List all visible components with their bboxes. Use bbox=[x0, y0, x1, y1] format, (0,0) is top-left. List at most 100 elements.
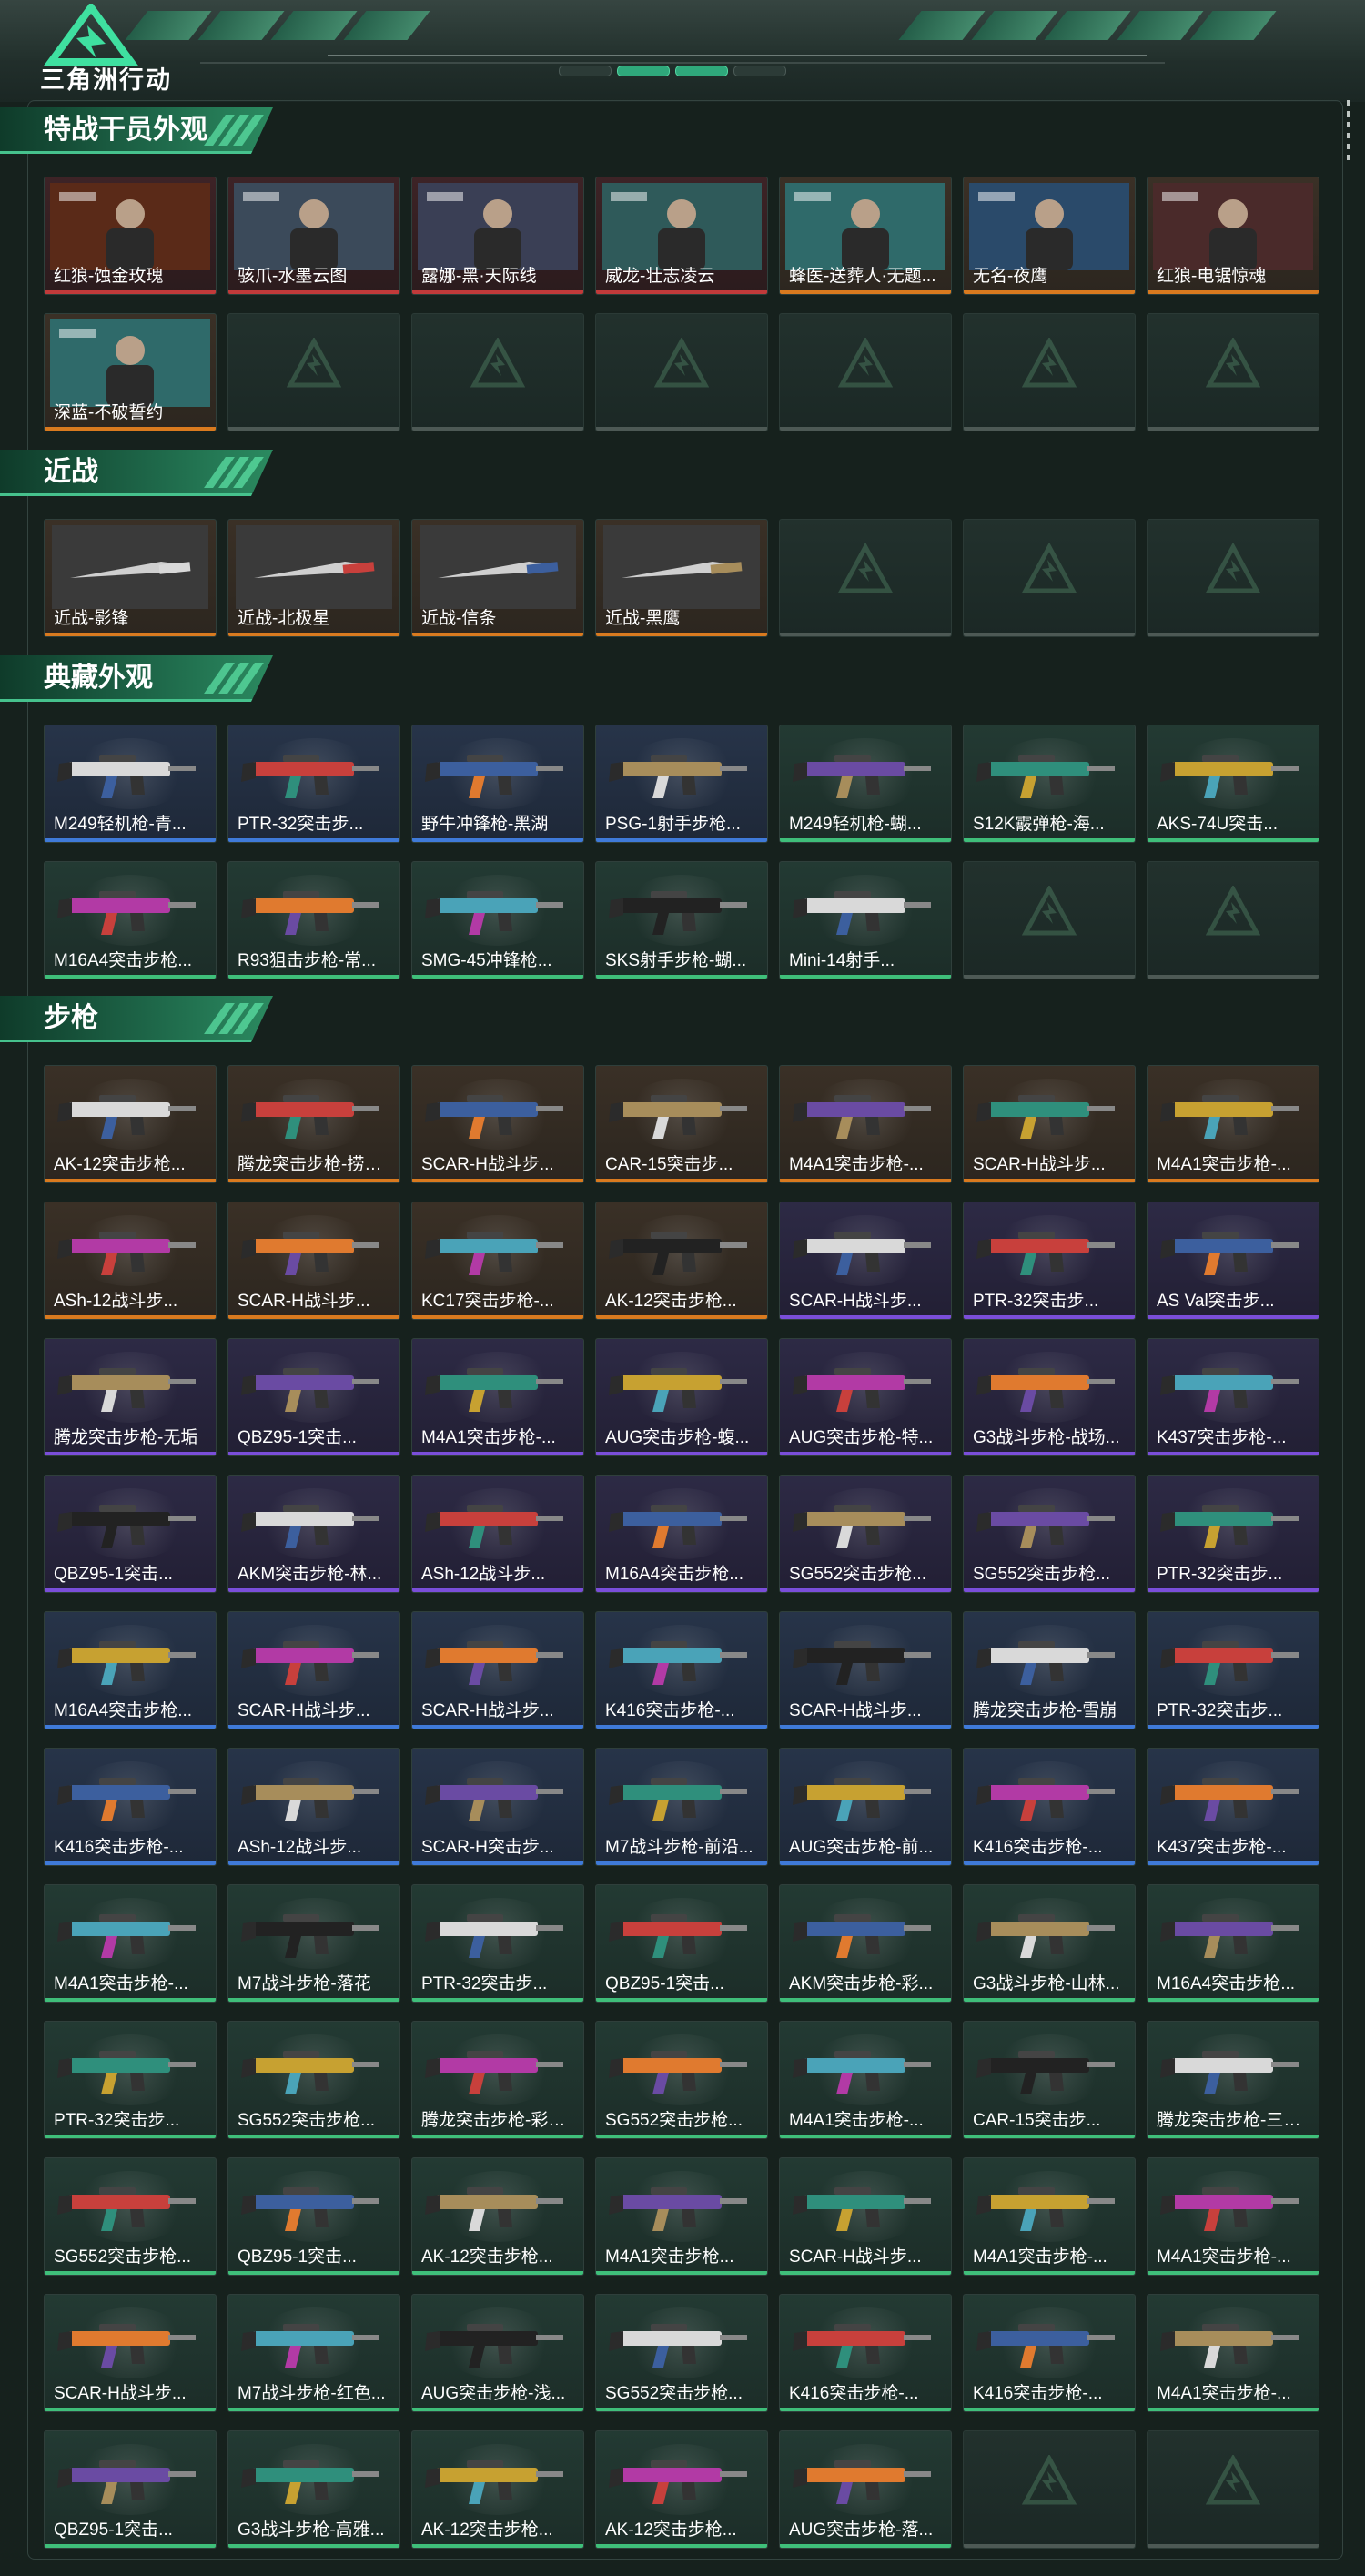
item-card[interactable]: SCAR-H战斗步... bbox=[228, 1202, 400, 1320]
item-card[interactable]: 威龙-壮志凌云 bbox=[595, 177, 768, 295]
item-card[interactable]: 蜂医-送葬人·无题... bbox=[779, 177, 952, 295]
item-card[interactable]: 野牛冲锋枪-黑湖 bbox=[411, 725, 584, 843]
item-card[interactable]: 腾龙突击步枪-无垢 bbox=[44, 1338, 217, 1456]
item-card[interactable]: AUG突击步枪-蝮... bbox=[595, 1338, 768, 1456]
item-card[interactable]: M4A1突击步枪-... bbox=[779, 1065, 952, 1183]
item-card[interactable]: 腾龙突击步枪-捞点... bbox=[228, 1065, 400, 1183]
item-card[interactable]: SKS射手步枪-蝴... bbox=[595, 861, 768, 979]
item-card[interactable]: SG552突击步枪... bbox=[779, 1475, 952, 1593]
item-card[interactable]: M7战斗步枪-红色... bbox=[228, 2294, 400, 2412]
item-card[interactable]: PSG-1射手步枪... bbox=[595, 725, 768, 843]
item-card[interactable]: AK-12突击步枪... bbox=[44, 1065, 217, 1183]
item-card[interactable]: QBZ95-1突击... bbox=[44, 1475, 217, 1593]
item-card[interactable]: SG552突击步枪... bbox=[595, 2021, 768, 2139]
item-card[interactable]: G3战斗步枪-战场... bbox=[963, 1338, 1136, 1456]
item-card[interactable]: QBZ95-1突击... bbox=[228, 1338, 400, 1456]
item-card[interactable]: M4A1突击步枪-... bbox=[779, 2021, 952, 2139]
item-card[interactable]: AKM突击步枪-林... bbox=[228, 1475, 400, 1593]
item-card[interactable]: SG552突击步枪... bbox=[595, 2294, 768, 2412]
item-card[interactable]: QBZ95-1突击... bbox=[595, 1884, 768, 2003]
item-card[interactable]: SCAR-H战斗步... bbox=[411, 1611, 584, 1729]
item-card[interactable]: 深蓝-不破誓约 bbox=[44, 313, 217, 431]
item-card[interactable]: SMG-45冲锋枪... bbox=[411, 861, 584, 979]
item-card[interactable]: M4A1突击步枪-... bbox=[44, 1884, 217, 2003]
item-card[interactable]: M4A1突击步枪-... bbox=[1147, 1065, 1320, 1183]
item-card[interactable]: G3战斗步枪-高雅... bbox=[228, 2430, 400, 2549]
item-card[interactable]: AKM突击步枪-彩... bbox=[779, 1884, 952, 2003]
item-card[interactable]: PTR-32突击步... bbox=[411, 1884, 584, 2003]
item-card[interactable]: M249轻机枪-蝴... bbox=[779, 725, 952, 843]
item-card[interactable]: G3战斗步枪-山林... bbox=[963, 1884, 1136, 2003]
item-card[interactable]: M16A4突击步枪... bbox=[44, 861, 217, 979]
item-card[interactable]: PTR-32突击步... bbox=[1147, 1475, 1320, 1593]
item-card[interactable]: 腾龙突击步枪-彩墨... bbox=[411, 2021, 584, 2139]
item-card[interactable]: SG552突击步枪... bbox=[44, 2157, 217, 2276]
item-card[interactable]: K437突击步枪-... bbox=[1147, 1748, 1320, 1866]
item-card[interactable]: M4A1突击步枪-... bbox=[411, 1338, 584, 1456]
item-card[interactable]: K416突击步枪-... bbox=[779, 2294, 952, 2412]
item-card[interactable]: 近战-黑鹰 bbox=[595, 519, 768, 637]
item-card[interactable]: SG552突击步枪... bbox=[963, 1475, 1136, 1593]
item-card[interactable]: 红狼-电锯惊魂 bbox=[1147, 177, 1320, 295]
item-card[interactable]: PTR-32突击步... bbox=[963, 1202, 1136, 1320]
item-card[interactable]: K437突击步枪-... bbox=[1147, 1338, 1320, 1456]
page-indicator-active[interactable] bbox=[675, 66, 728, 76]
item-card[interactable]: SCAR-H战斗步... bbox=[411, 1065, 584, 1183]
item-card[interactable]: SCAR-H战斗步... bbox=[779, 1202, 952, 1320]
item-card[interactable]: AUG突击步枪-落... bbox=[779, 2430, 952, 2549]
item-card[interactable]: 近战-北极星 bbox=[228, 519, 400, 637]
item-card[interactable]: AKS-74U突击... bbox=[1147, 725, 1320, 843]
item-card[interactable]: ASh-12战斗步... bbox=[411, 1475, 584, 1593]
item-card[interactable]: M249轻机枪-青... bbox=[44, 725, 217, 843]
item-card[interactable]: Mini-14射手... bbox=[779, 861, 952, 979]
item-card[interactable]: M4A1突击步枪-... bbox=[963, 2157, 1136, 2276]
item-card[interactable]: SCAR-H战斗步... bbox=[228, 1611, 400, 1729]
item-card[interactable]: 无名-夜鹰 bbox=[963, 177, 1136, 295]
item-card[interactable]: K416突击步枪-... bbox=[595, 1611, 768, 1729]
page-indicator-active[interactable] bbox=[617, 66, 670, 76]
scrollbar[interactable] bbox=[1347, 100, 1350, 164]
item-card[interactable]: 骇爪-水墨云图 bbox=[228, 177, 400, 295]
item-card[interactable]: 红狼-蚀金玫瑰 bbox=[44, 177, 217, 295]
page-indicator[interactable] bbox=[559, 66, 612, 76]
item-card[interactable]: AK-12突击步枪... bbox=[411, 2430, 584, 2549]
item-card[interactable]: CAR-15突击步... bbox=[963, 2021, 1136, 2139]
item-card[interactable]: SCAR-H战斗步... bbox=[779, 1611, 952, 1729]
item-card[interactable]: K416突击步枪-... bbox=[44, 1748, 217, 1866]
item-card[interactable]: M4A1突击步枪... bbox=[595, 2157, 768, 2276]
item-card[interactable]: M7战斗步枪-落花 bbox=[228, 1884, 400, 2003]
item-card[interactable]: AK-12突击步枪... bbox=[411, 2157, 584, 2276]
item-card[interactable]: AUG突击步枪-前... bbox=[779, 1748, 952, 1866]
item-card[interactable]: M7战斗步枪-前沿... bbox=[595, 1748, 768, 1866]
item-card[interactable]: M4A1突击步枪-... bbox=[1147, 2294, 1320, 2412]
item-card[interactable]: M16A4突击步枪... bbox=[595, 1475, 768, 1593]
item-card[interactable]: AK-12突击步枪... bbox=[595, 1202, 768, 1320]
item-card[interactable]: QBZ95-1突击... bbox=[44, 2430, 217, 2549]
item-card[interactable]: 腾龙突击步枪-雪崩 bbox=[963, 1611, 1136, 1729]
item-card[interactable]: M4A1突击步枪-... bbox=[1147, 2157, 1320, 2276]
item-card[interactable]: CAR-15突击步... bbox=[595, 1065, 768, 1183]
item-card[interactable]: SCAR-H战斗步... bbox=[44, 2294, 217, 2412]
item-card[interactable]: 近战-影锋 bbox=[44, 519, 217, 637]
item-card[interactable]: SCAR-H战斗步... bbox=[963, 1065, 1136, 1183]
item-card[interactable]: SCAR-H战斗步... bbox=[779, 2157, 952, 2276]
item-card[interactable]: 露娜-黑·天际线 bbox=[411, 177, 584, 295]
page-indicator[interactable] bbox=[733, 66, 786, 76]
item-card[interactable]: K416突击步枪-... bbox=[963, 1748, 1136, 1866]
item-card[interactable]: KC17突击步枪-... bbox=[411, 1202, 584, 1320]
item-card[interactable]: 腾龙突击步枪-三角... bbox=[1147, 2021, 1320, 2139]
item-card[interactable]: ASh-12战斗步... bbox=[44, 1202, 217, 1320]
item-card[interactable]: SCAR-H突击步... bbox=[411, 1748, 584, 1866]
item-card[interactable]: SG552突击步枪... bbox=[228, 2021, 400, 2139]
item-card[interactable]: M16A4突击步枪... bbox=[44, 1611, 217, 1729]
item-card[interactable]: S12K霰弹枪-海... bbox=[963, 725, 1136, 843]
item-card[interactable]: 近战-信条 bbox=[411, 519, 584, 637]
item-card[interactable]: PTR-32突击步... bbox=[1147, 1611, 1320, 1729]
item-card[interactable]: AUG突击步枪-特... bbox=[779, 1338, 952, 1456]
item-card[interactable]: ASh-12战斗步... bbox=[228, 1748, 400, 1866]
item-card[interactable]: QBZ95-1突击... bbox=[228, 2157, 400, 2276]
item-card[interactable]: PTR-32突击步... bbox=[228, 725, 400, 843]
item-card[interactable]: R93狙击步枪-常... bbox=[228, 861, 400, 979]
item-card[interactable]: PTR-32突击步... bbox=[44, 2021, 217, 2139]
item-card[interactable]: M16A4突击步枪... bbox=[1147, 1884, 1320, 2003]
